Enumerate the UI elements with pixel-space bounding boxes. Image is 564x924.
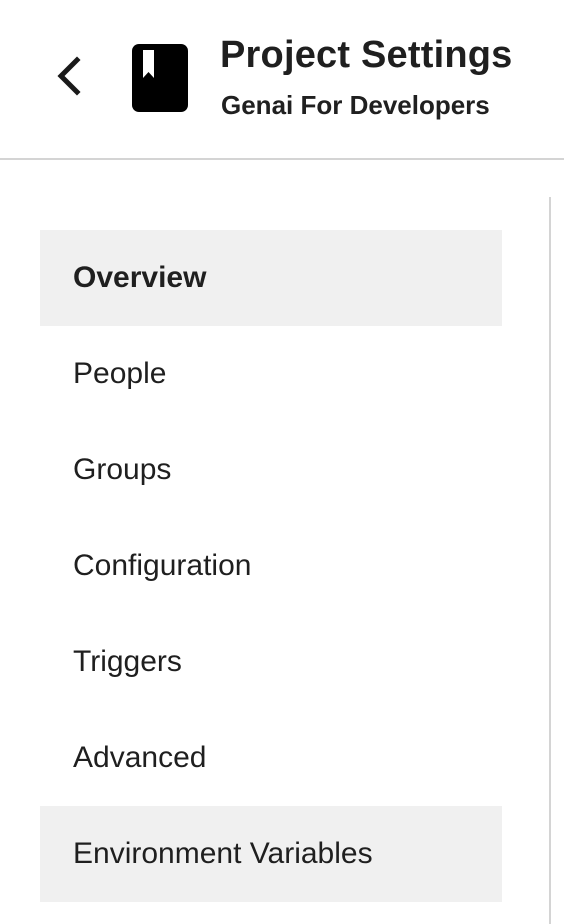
sidebar-item-triggers[interactable]: Triggers — [40, 614, 502, 710]
project-name: Genai For Developers — [221, 90, 490, 120]
settings-nav: Overview People Groups Configuration Tri… — [40, 230, 502, 902]
page-title: Project Settings — [220, 34, 513, 76]
chevron-left-icon — [53, 55, 83, 101]
sidebar-item-groups[interactable]: Groups — [40, 422, 502, 518]
back-button[interactable] — [40, 48, 96, 108]
sidebar-item-people[interactable]: People — [40, 326, 502, 422]
settings-header: Project Settings Genai For Developers — [0, 0, 564, 160]
vertical-divider — [549, 197, 551, 924]
sidebar-item-advanced[interactable]: Advanced — [40, 710, 502, 806]
project-settings-page: Project Settings Genai For Developers Ov… — [0, 0, 564, 924]
sidebar-item-configuration[interactable]: Configuration — [40, 518, 502, 614]
sidebar-item-environment-variables[interactable]: Environment Variables — [40, 806, 502, 902]
bookmark-book-icon — [132, 44, 188, 112]
sidebar-item-overview[interactable]: Overview — [40, 230, 502, 326]
